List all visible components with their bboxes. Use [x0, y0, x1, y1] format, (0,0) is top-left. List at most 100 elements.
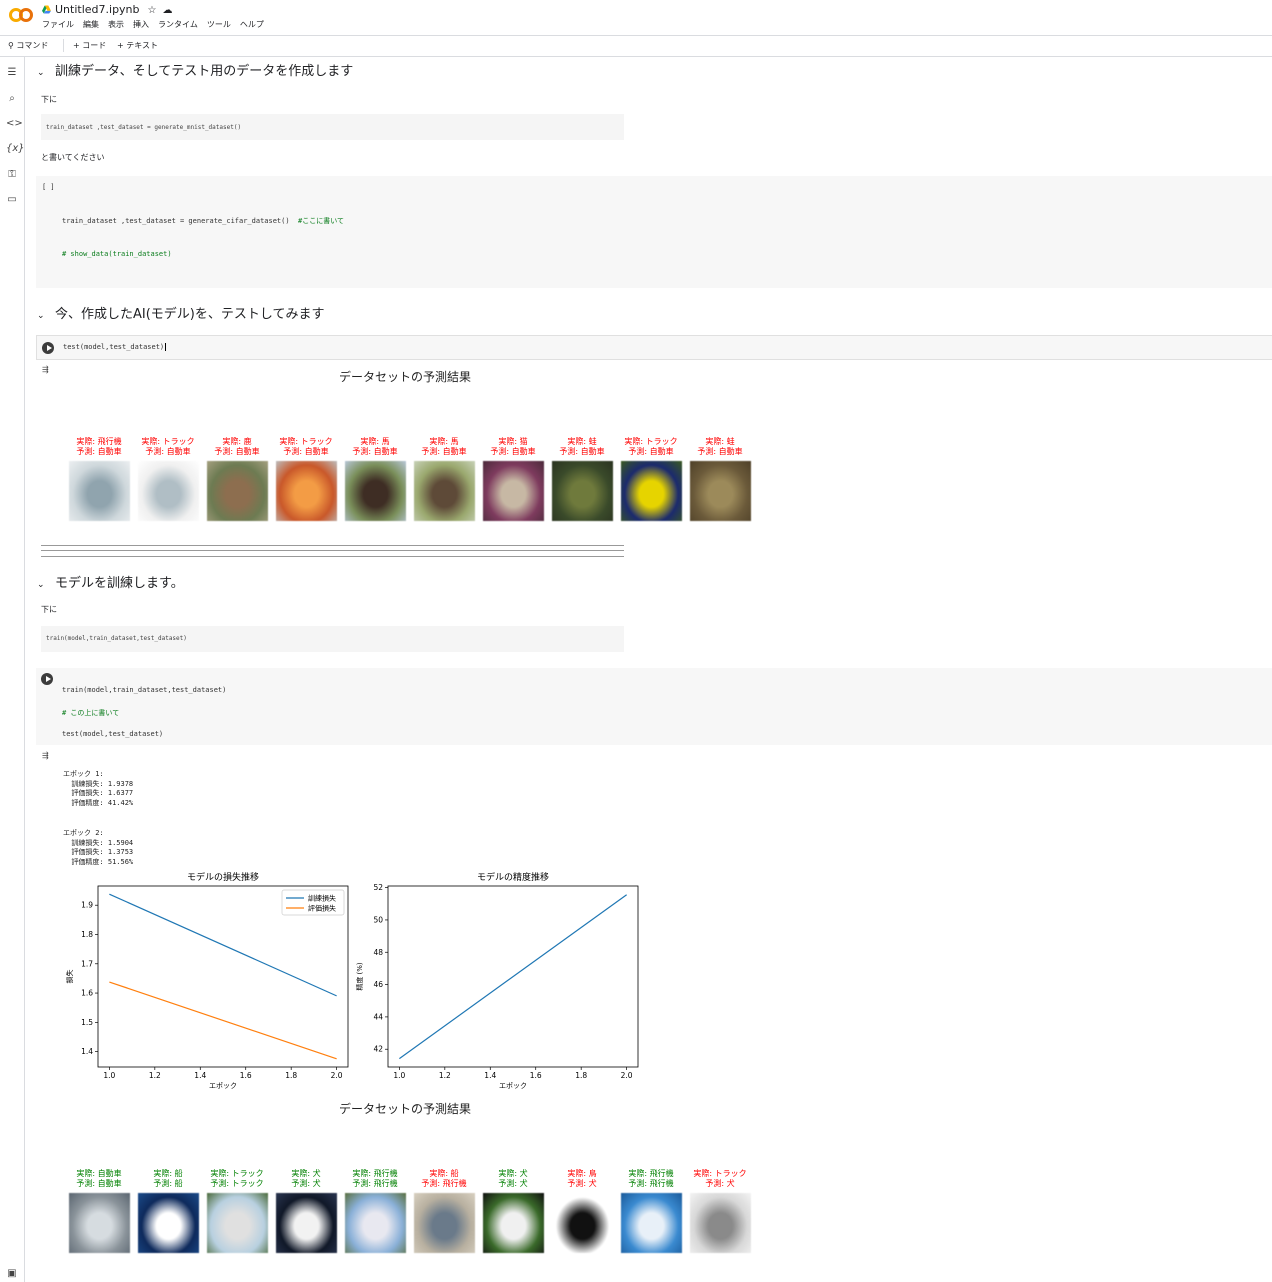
- y-tick-label: 42: [373, 1045, 383, 1054]
- text-write-here: と書いてください: [41, 153, 105, 162]
- y-tick-label: 46: [373, 980, 383, 989]
- menu-edit[interactable]: 編集: [83, 20, 99, 29]
- add-code-button[interactable]: + コード: [73, 40, 106, 51]
- predicted-label: 予測: 犬: [291, 1179, 321, 1188]
- actual-label: 実際: 鹿: [222, 437, 252, 446]
- menu-help[interactable]: ヘルプ: [240, 20, 264, 29]
- x-tick-label: 1.0: [393, 1071, 405, 1080]
- code-snippets-icon[interactable]: <>: [6, 118, 23, 130]
- run-cell-button[interactable]: [42, 342, 54, 354]
- predicted-label: 予測: 船: [153, 1179, 183, 1188]
- cloud-icon[interactable]: ☁: [162, 5, 172, 16]
- actual-label: 実際: トラック: [279, 437, 333, 446]
- actual-label: 実際: 蛙: [705, 437, 735, 446]
- x-tick-label: 1.2: [149, 1071, 161, 1080]
- actual-label: 実際: トラック: [141, 437, 195, 446]
- section-heading-test-model[interactable]: ⌄ 今、作成したAI(モデル)を、テストしてみます: [37, 303, 324, 322]
- actual-label: 実際: 飛行機: [628, 1169, 674, 1178]
- drive-icon: [42, 5, 51, 14]
- sample-image: [552, 1193, 613, 1253]
- sample-image: [621, 1193, 682, 1253]
- text-below: 下に: [41, 605, 57, 614]
- chevron-down-icon[interactable]: ⌄: [37, 580, 49, 590]
- x-tick-label: 1.2: [439, 1071, 451, 1080]
- sample-image: [207, 1193, 268, 1253]
- prediction-label: 実際: トラック 予測: 自動車: [128, 437, 208, 457]
- actual-label: 実際: 船: [429, 1169, 459, 1178]
- inline-code-block: train(model,train_dataset,test_dataset): [41, 626, 624, 652]
- secrets-key-icon[interactable]: ⚿: [6, 169, 18, 181]
- prediction-label: 実際: 猫予測: 自動車: [473, 437, 553, 457]
- epoch-2-log: エポック 2: 訓練損失: 1.5904 評価損失: 1.3753 評価精度: …: [63, 829, 134, 867]
- prediction-figure-title: データセットの予測結果: [339, 1102, 472, 1116]
- y-tick-label: 52: [373, 883, 383, 892]
- code-line: # この上に書いて: [62, 709, 120, 717]
- menu-runtime[interactable]: ランタイム: [158, 20, 198, 29]
- code-cell-test[interactable]: test(model,test_dataset): [36, 335, 1272, 360]
- y-tick-label: 44: [373, 1012, 383, 1021]
- x-tick-label: 1.6: [530, 1071, 542, 1080]
- prediction-label: 実際: 犬予測: 犬: [473, 1169, 553, 1189]
- predicted-label: 予測: 自動車: [421, 447, 467, 456]
- colab-logo-icon[interactable]: [8, 6, 34, 24]
- actual-label: 実際: トラック: [693, 1169, 747, 1178]
- text-below: 下に: [41, 95, 57, 104]
- actual-label: 実際: 犬: [498, 1169, 528, 1178]
- prediction-label: 実際: 飛行機 予測: 自動車: [59, 437, 139, 457]
- predicted-label: 予測: 飛行機: [352, 1179, 398, 1188]
- sample-image: [483, 1193, 544, 1253]
- prediction-label: 実際: 馬予測: 自動車: [404, 437, 484, 457]
- y-tick-label: 48: [373, 948, 383, 957]
- variables-icon[interactable]: {x}: [6, 143, 25, 155]
- prediction-label: 実際: 犬予測: 犬: [266, 1169, 346, 1189]
- sample-image: [690, 1193, 751, 1253]
- code-cell-generate-data[interactable]: [ ] train_dataset ,test_dataset = genera…: [36, 176, 1272, 288]
- sample-image: [69, 1193, 130, 1253]
- loss-chart: モデルの損失推移 1.0 1.2 1.4 1.6 1.8 2.0 1.4 1.5 1.6 1.7 1.…: [65, 871, 349, 1090]
- x-tick-label: 2.0: [621, 1071, 633, 1080]
- output-toggle-icon[interactable]: ⇶: [42, 365, 54, 375]
- command-button[interactable]: ⚲ コマンド: [8, 40, 48, 51]
- chevron-down-icon[interactable]: ⌄: [37, 68, 49, 78]
- section-heading-create-data[interactable]: ⌄ 訓練データ、そしてテスト用のデータを作成します: [37, 60, 353, 79]
- predicted-label: 予測: 自動車: [283, 447, 329, 456]
- x-axis-label: エポック: [209, 1082, 237, 1090]
- actual-label: 実際: 犬: [291, 1169, 321, 1178]
- menu-insert[interactable]: 挿入: [133, 20, 149, 29]
- x-tick-label: 1.4: [194, 1071, 206, 1080]
- x-tick-label: 1.6: [240, 1071, 252, 1080]
- sample-image: [690, 461, 751, 521]
- predicted-label: 予測: トラック: [210, 1179, 264, 1188]
- files-folder-icon[interactable]: ▭: [6, 194, 18, 206]
- code-cell-train[interactable]: train(model,train_dataset,test_dataset) …: [36, 668, 1272, 745]
- legend-label: 評価損失: [308, 904, 336, 913]
- prediction-label: 実際: 自動車 予測: 自動車: [59, 1169, 139, 1189]
- prediction-label: 実際: 鹿予測: 自動車: [197, 437, 277, 457]
- actual-label: 実際: 猫: [498, 437, 528, 446]
- predicted-label: 予測: 飛行機: [628, 1179, 674, 1188]
- predicted-label: 予測: 犬: [705, 1179, 735, 1188]
- x-tick-label: 1.4: [484, 1071, 496, 1080]
- output-toggle-icon[interactable]: ⇶: [42, 751, 54, 761]
- find-icon[interactable]: ⌕: [6, 93, 18, 105]
- chevron-down-icon[interactable]: ⌄: [37, 311, 49, 321]
- terminal-icon[interactable]: ▣: [6, 1268, 18, 1280]
- notebook-title[interactable]: Untitled7.ipynb: [55, 3, 140, 16]
- menu-bar: ファイル 編集 表示 挿入 ランタイム ツール ヘルプ: [42, 19, 273, 30]
- section-heading-train-model[interactable]: ⌄ モデルを訓練します。: [37, 572, 184, 591]
- menu-file[interactable]: ファイル: [42, 20, 74, 29]
- menu-view[interactable]: 表示: [108, 20, 124, 29]
- star-icon[interactable]: ☆: [148, 5, 157, 16]
- y-tick-label: 1.4: [81, 1047, 93, 1056]
- search-icon: ⚲: [8, 41, 14, 50]
- actual-label: 実際: 鳥: [567, 1169, 597, 1178]
- sample-image: [552, 461, 613, 521]
- x-axis-label: エポック: [499, 1082, 527, 1090]
- add-text-button[interactable]: + テキスト: [117, 40, 158, 51]
- cell-execution-count: [ ]: [42, 183, 55, 191]
- run-cell-button[interactable]: [41, 673, 53, 685]
- sample-image: [414, 461, 475, 521]
- predicted-label: 予測: 自動車: [214, 447, 260, 456]
- menu-tools[interactable]: ツール: [207, 20, 231, 29]
- table-of-contents-icon[interactable]: ☰: [6, 67, 18, 79]
